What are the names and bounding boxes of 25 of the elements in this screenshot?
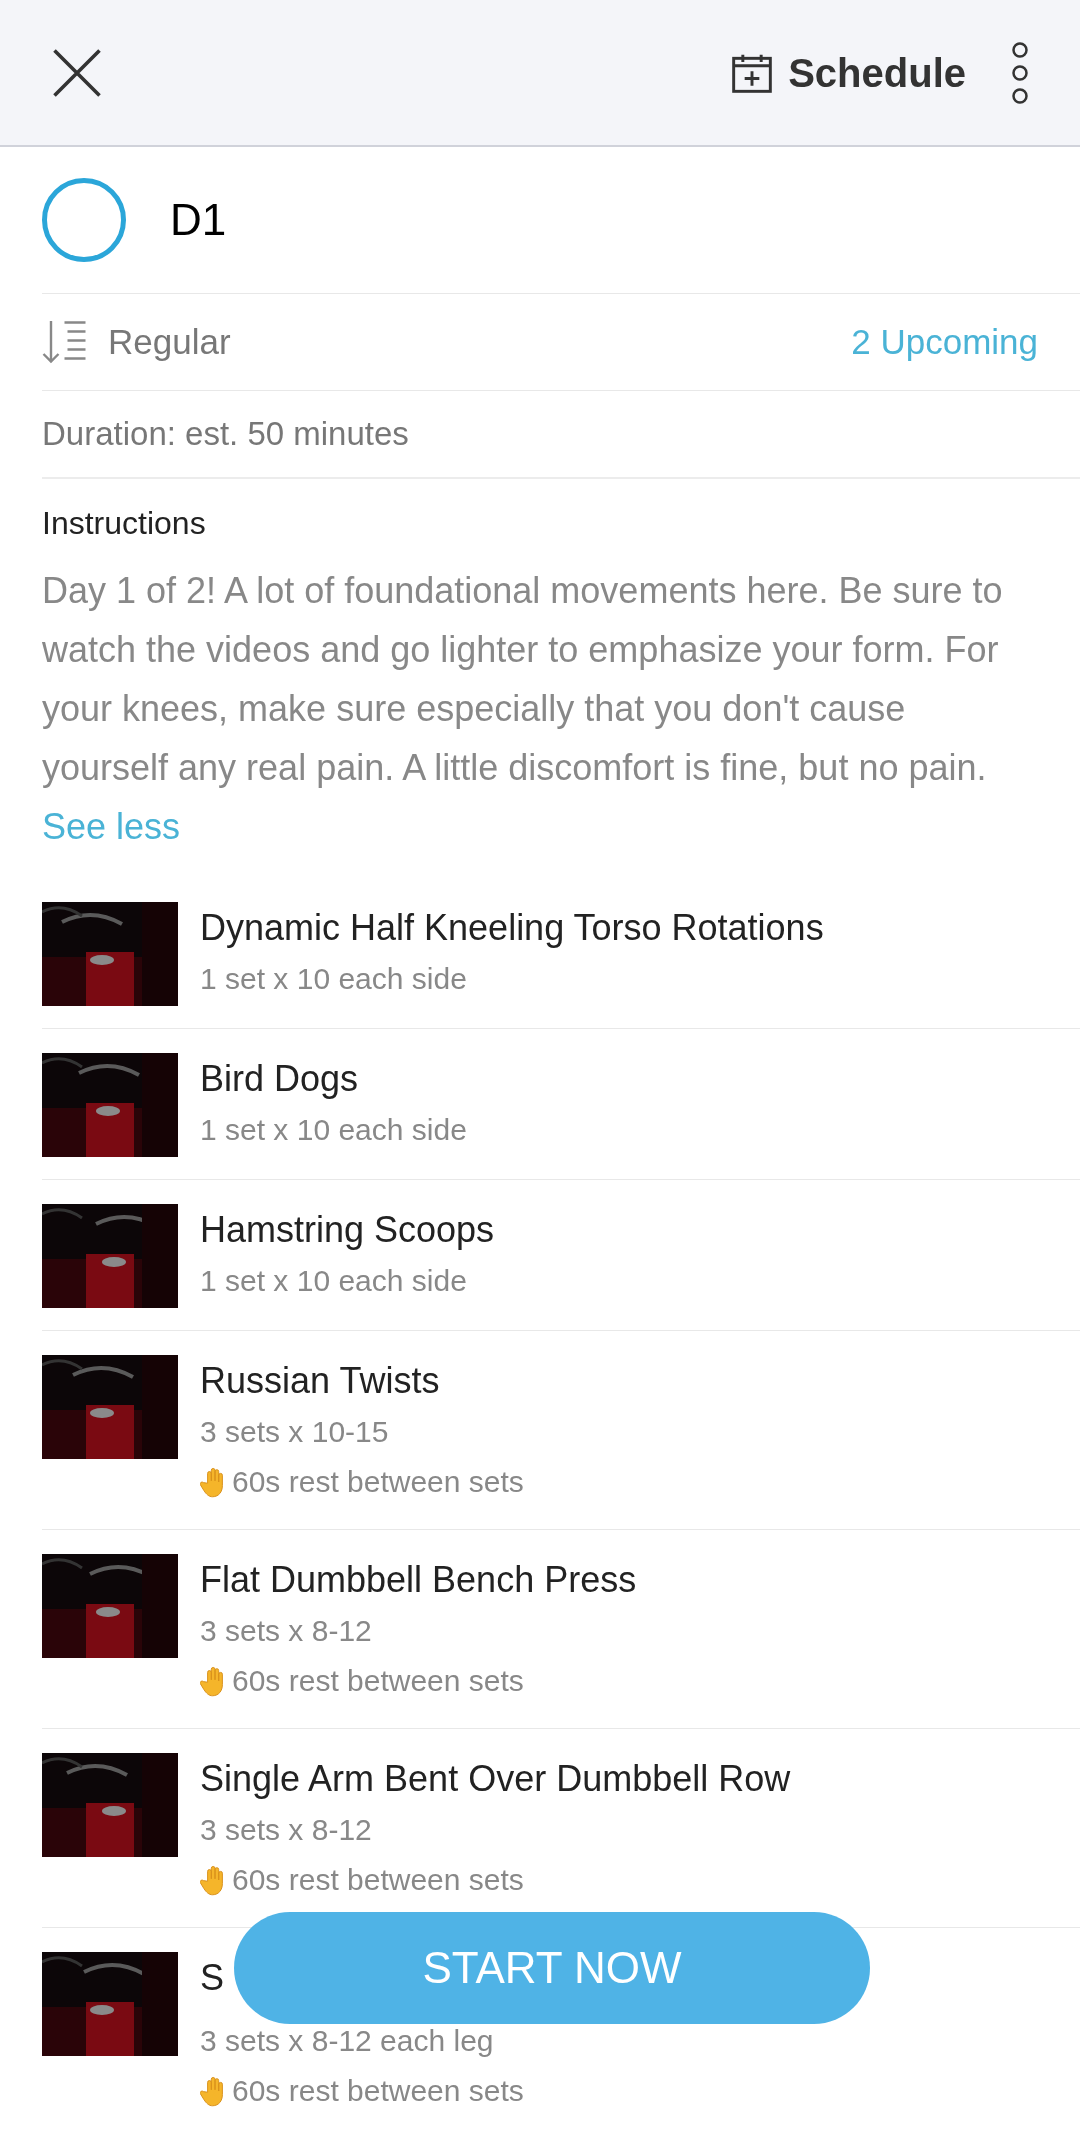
instructions-heading: Instructions xyxy=(42,504,207,543)
rest-text: 60s rest between sets xyxy=(232,1464,524,1500)
exercise-sets: 3 sets x 8-12 xyxy=(200,1812,373,1848)
exercise-name[interactable]: Single Arm Bent Over Dumbbell Row xyxy=(200,1753,791,1805)
exercise-sets: 1 set x 10 each side xyxy=(200,1263,468,1299)
exercise-name[interactable]: Dynamic Half Kneeling Torso Rotations xyxy=(200,902,824,954)
exercise-name[interactable]: Hamstring Scoops xyxy=(200,1204,495,1256)
exercise-name[interactable]: S xyxy=(200,1952,224,2004)
exercise-sets: 3 sets x 10-15 xyxy=(200,1414,390,1450)
rest-text: 60s rest between sets xyxy=(232,2073,524,2109)
exercise-name[interactable]: Bird Dogs xyxy=(200,1053,359,1105)
exercise-name[interactable]: Russian Twists xyxy=(200,1355,440,1407)
exercise-sets: 3 sets x 8-12 xyxy=(200,1613,373,1649)
exercise-sets: 1 set x 10 each side xyxy=(200,1112,467,1148)
exercise-sets: 1 set x 10 each side xyxy=(200,961,468,997)
rest-text: 60s rest between sets xyxy=(232,1663,524,1699)
sort-label[interactable]: Regular xyxy=(108,315,231,369)
workout-title: D1 xyxy=(170,194,227,246)
exercise-name[interactable]: Flat Dumbbell Bench Press xyxy=(200,1554,637,1606)
duration-text: Duration: est. 50 minutes xyxy=(42,414,409,455)
more-icon[interactable] xyxy=(1010,40,1030,105)
instructions-text: Day 1 of 2! A lot of foundational movements here. Be sure to watch the videos and go lighter to emphasize your form. For your knees, make sure especially that you don't cause yourself any real pain. A little discomfort is fine, but no pain. See less xyxy=(42,569,1004,849)
schedule-button[interactable]: Schedule xyxy=(730,42,966,103)
exercise-sets: 3 sets x 8-12 each leg xyxy=(200,2023,495,2059)
rest-text: 60s rest between sets xyxy=(232,1862,524,1898)
